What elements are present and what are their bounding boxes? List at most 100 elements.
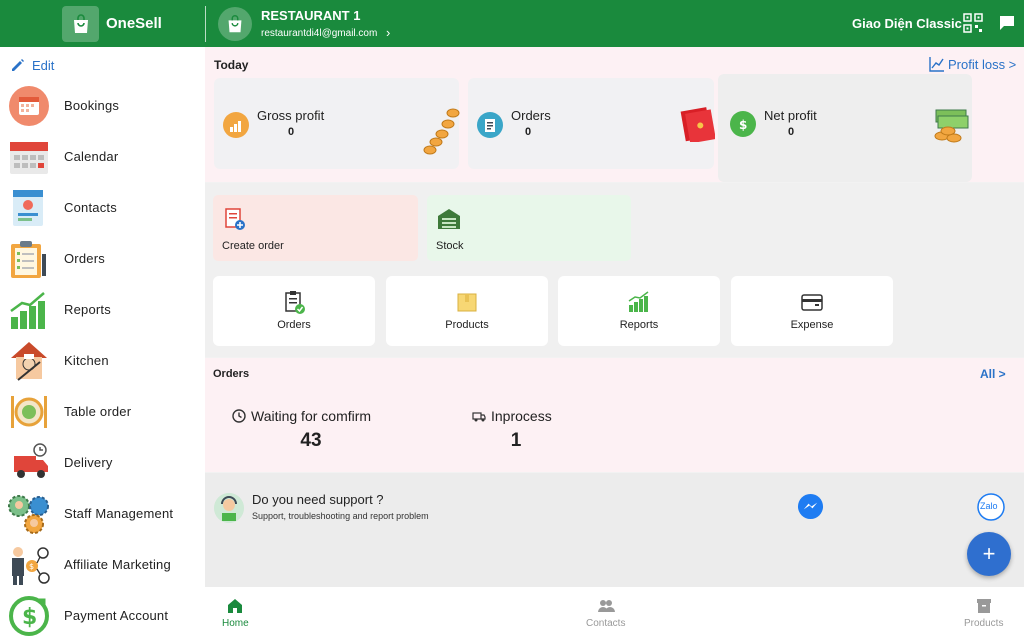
nav-contacts[interactable]: Contacts xyxy=(586,597,625,629)
sidebar-item-payment-account[interactable]: $ Payment Account xyxy=(0,590,205,639)
orders-shortcut-button[interactable]: Orders xyxy=(213,276,375,346)
orders-today-value: 0 xyxy=(525,126,532,138)
orders-summary-panel: Orders All > Waiting for comfirm 43 Inpr… xyxy=(205,358,1024,472)
waiting-confirm-count[interactable]: 43 xyxy=(291,430,331,452)
money-stack-icon xyxy=(934,109,969,143)
quick-actions-panel: Create order Stock Orders Products Repor… xyxy=(205,183,1024,357)
net-profit-value: 0 xyxy=(788,126,795,138)
orders-today-label: Orders xyxy=(511,108,551,123)
support-agent-icon xyxy=(214,493,244,523)
zalo-text: Zalo xyxy=(980,501,998,511)
header-divider xyxy=(205,6,206,42)
coin-chain-icon xyxy=(423,108,460,155)
theme-switch-label[interactable]: Giao Diện Classic xyxy=(852,16,962,31)
create-order-icon xyxy=(225,208,245,230)
sidebar-item-label: Bookings xyxy=(64,98,120,113)
sidebar-item-label: Table order xyxy=(64,404,132,419)
orders-today-card[interactable]: Orders 0 xyxy=(468,78,715,169)
affiliate-icon: $ xyxy=(12,546,50,585)
create-order-label: Create order xyxy=(222,240,284,252)
top-bar: OneSell RESTAURANT 1 restaurantdi4l@gmai… xyxy=(0,0,1024,47)
messenger-icon[interactable] xyxy=(797,493,824,520)
sidebar-item-orders[interactable]: Orders xyxy=(0,233,205,284)
gross-profit-card[interactable]: Gross profit 0 xyxy=(214,78,460,169)
expense-shortcut-label: Expense xyxy=(790,319,834,331)
add-fab-button[interactable]: + xyxy=(967,532,1011,576)
truck-small-icon xyxy=(472,412,486,422)
store-name[interactable]: RESTAURANT 1 xyxy=(261,8,360,23)
svg-text:$: $ xyxy=(22,605,37,630)
trend-chart-icon xyxy=(929,57,944,72)
sidebar-item-reports[interactable]: Reports xyxy=(0,284,205,335)
create-order-button[interactable]: Create order xyxy=(213,195,418,261)
store-chevron-right-icon[interactable]: › xyxy=(386,25,390,40)
sidebar-item-staff-management[interactable]: Staff Management xyxy=(0,488,205,539)
chat-message-icon[interactable] xyxy=(998,14,1016,32)
people-icon xyxy=(597,600,615,612)
today-panel: Today Profit loss > Gross profit 0 Order… xyxy=(205,47,1024,182)
waiting-confirm-status[interactable]: Waiting for comfirm xyxy=(232,408,371,424)
svg-text:$: $ xyxy=(29,562,34,571)
red-envelope-icon xyxy=(680,107,715,142)
nav-home[interactable]: Home xyxy=(222,597,249,629)
sidebar-item-kitchen[interactable]: Kitchen xyxy=(0,335,205,386)
sidebar-edit-button[interactable]: Edit xyxy=(10,57,54,73)
stock-label: Stock xyxy=(436,240,464,252)
today-title: Today xyxy=(214,58,249,72)
sidebar-item-delivery[interactable]: Delivery xyxy=(0,437,205,488)
reports-shortcut-button[interactable]: Reports xyxy=(558,276,720,346)
orders-all-link[interactable]: All > xyxy=(980,367,1006,381)
nav-products[interactable]: Products xyxy=(964,597,1003,629)
store-bag-icon[interactable] xyxy=(218,7,252,41)
sidebar-edit-label: Edit xyxy=(32,57,55,73)
inprocess-count[interactable]: 1 xyxy=(501,430,531,452)
clock-icon xyxy=(232,409,246,423)
products-shortcut-button[interactable]: Products xyxy=(386,276,548,346)
nav-home-label: Home xyxy=(222,618,249,629)
payment-account-icon: $ xyxy=(9,595,49,636)
bottom-navigation: Home Contacts Products xyxy=(205,587,1024,639)
profit-loss-link[interactable]: Profit loss > xyxy=(929,56,1016,72)
expense-shortcut-button[interactable]: Expense xyxy=(731,276,893,346)
warehouse-icon xyxy=(438,209,460,229)
delivery-truck-icon xyxy=(14,442,48,478)
qr-code-icon[interactable] xyxy=(963,13,983,33)
sidebar-item-calendar[interactable]: Calendar xyxy=(0,131,205,182)
brand-bag-icon[interactable] xyxy=(62,6,99,42)
sidebar-item-label: Staff Management xyxy=(64,506,174,521)
sidebar-item-contacts[interactable]: Contacts xyxy=(0,182,205,233)
nav-products-label: Products xyxy=(964,618,1004,629)
support-title: Do you need support ? xyxy=(252,492,384,507)
inprocess-status[interactable]: Inprocess xyxy=(472,408,552,424)
net-profit-card[interactable]: $ Net profit 0 xyxy=(718,74,972,182)
bookings-icon xyxy=(9,85,49,126)
profit-loss-label: Profit loss > xyxy=(948,56,1017,72)
table-order-icon xyxy=(11,395,47,428)
wallet-icon xyxy=(801,294,823,311)
staff-gears-icon xyxy=(8,494,49,534)
chef-icon xyxy=(11,341,47,381)
gross-profit-value: 0 xyxy=(288,126,295,138)
calendar-icon xyxy=(10,141,48,174)
support-panel: Do you need support ? Support, troublesh… xyxy=(205,473,1024,587)
sidebar-item-bookings[interactable]: Bookings xyxy=(0,80,205,131)
brand-name: OneSell xyxy=(106,15,162,32)
main-content: Today Profit loss > Gross profit 0 Order… xyxy=(205,47,1024,587)
products-shortcut-label: Products xyxy=(445,319,489,331)
sidebar-item-table-order[interactable]: Table order xyxy=(0,386,205,437)
sidebar-item-label: Kitchen xyxy=(64,353,109,368)
support-subtitle: Support, troubleshooting and report prob… xyxy=(252,511,429,521)
orders-clipboard-icon xyxy=(11,240,46,278)
reports-shortcut-label: Reports xyxy=(619,319,659,331)
pencil-icon xyxy=(12,59,24,71)
sidebar-item-affiliate-marketing[interactable]: $ Affiliate Marketing xyxy=(0,539,205,590)
zalo-icon[interactable]: Zalo xyxy=(976,492,1006,522)
sidebar-item-label: Delivery xyxy=(64,455,113,470)
stock-button[interactable]: Stock xyxy=(427,195,631,261)
home-icon xyxy=(228,599,243,613)
store-email[interactable]: restaurantdi4l@gmail.com xyxy=(261,28,377,39)
sidebar-item-label: Affiliate Marketing xyxy=(64,557,171,572)
archive-box-icon xyxy=(976,599,991,613)
gross-profit-chart-icon xyxy=(223,112,249,138)
orders-summary-title: Orders xyxy=(213,368,250,380)
